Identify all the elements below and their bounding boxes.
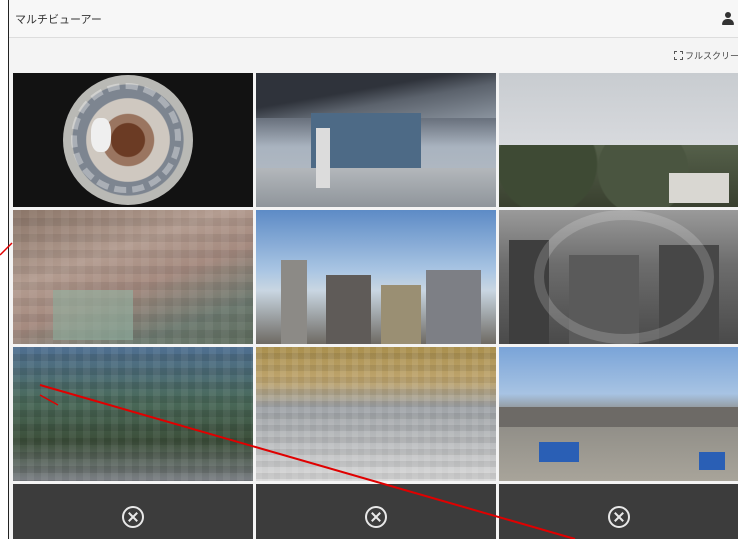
close-circle-icon[interactable] <box>608 506 630 528</box>
camera-tile-5[interactable] <box>256 210 496 344</box>
camera-tile-4[interactable] <box>13 210 253 344</box>
multi-viewer-window: マルチビューアー フルスクリー <box>8 0 738 539</box>
title-bar: マルチビューアー <box>9 0 738 38</box>
fullscreen-icon <box>673 50 683 60</box>
camera-tile-2[interactable] <box>256 73 496 207</box>
toolbar: フルスクリー <box>9 38 738 72</box>
window-title: マルチビューアー <box>15 12 102 26</box>
empty-slot-2[interactable] <box>256 484 496 539</box>
fullscreen-button[interactable]: フルスクリー <box>673 49 738 62</box>
camera-tile-6[interactable] <box>499 210 738 344</box>
camera-tile-3[interactable] <box>499 73 738 207</box>
camera-tile-7[interactable] <box>13 347 253 481</box>
camera-tile-8[interactable] <box>256 347 496 481</box>
close-circle-icon[interactable] <box>365 506 387 528</box>
user-icon[interactable] <box>721 11 735 27</box>
empty-slot-1[interactable] <box>13 484 253 539</box>
camera-grid <box>13 73 738 539</box>
close-circle-icon[interactable] <box>122 506 144 528</box>
camera-tile-1[interactable] <box>13 73 253 207</box>
empty-slot-3[interactable] <box>499 484 738 539</box>
fullscreen-label: フルスクリー <box>684 51 738 62</box>
camera-tile-9[interactable] <box>499 347 738 481</box>
